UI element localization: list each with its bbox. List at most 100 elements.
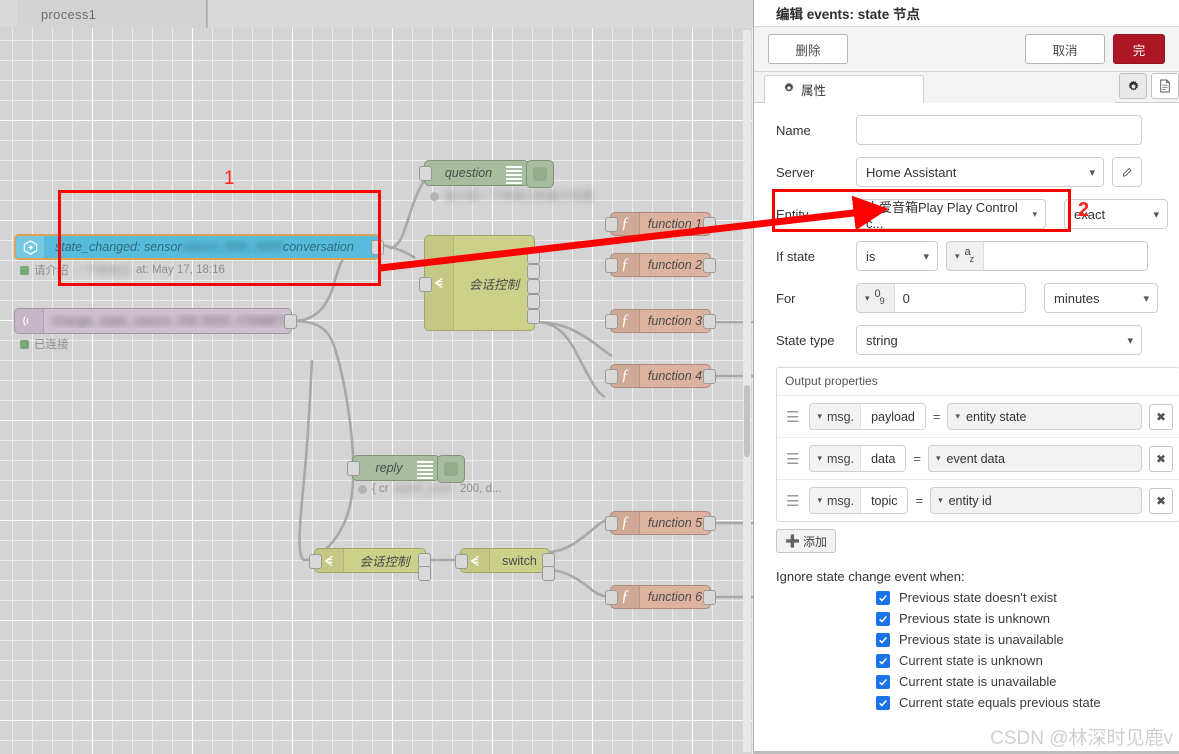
output-prop-key-topic[interactable]: ▾ msg. topic bbox=[809, 487, 909, 514]
node-input-port[interactable] bbox=[605, 217, 618, 232]
ignore-option-curr-equals-prev[interactable]: Current state equals previous state bbox=[876, 695, 1179, 710]
output-prop-key-data[interactable]: ▾ msg. data bbox=[809, 445, 907, 472]
output-property-row[interactable]: ☰ ▾ msg. payload = ▾ entity state ✖ bbox=[777, 396, 1179, 438]
node-function-3[interactable]: ƒ function 3 bbox=[605, 309, 716, 333]
remove-output-property-button[interactable]: ✖ bbox=[1149, 487, 1173, 514]
node-switch-conversation-bottom[interactable]: 会话控制 bbox=[309, 548, 431, 581]
node-mqtt-reply[interactable]: change_state_xiaomi_05b-5655_t7498871're… bbox=[14, 308, 297, 334]
entity-select[interactable]: 小爱音箱Play Play Control c... ▾ bbox=[856, 199, 1046, 231]
node-input-port[interactable] bbox=[347, 461, 360, 476]
ifstate-value-input[interactable]: ▾ az bbox=[946, 241, 1148, 271]
node-input-port[interactable] bbox=[605, 590, 618, 605]
drag-handle-icon[interactable]: ☰ bbox=[783, 450, 802, 468]
node-input-port[interactable] bbox=[605, 369, 618, 384]
checkbox-checked-icon[interactable] bbox=[876, 674, 890, 689]
checkbox-checked-icon[interactable] bbox=[876, 590, 890, 605]
node-function-2[interactable]: ƒ function 2 bbox=[605, 253, 716, 277]
remove-output-property-button[interactable]: ✖ bbox=[1149, 403, 1173, 430]
node-input-port[interactable] bbox=[309, 553, 322, 569]
for-unit-select[interactable]: minutes ▾ bbox=[1044, 283, 1158, 313]
ifstate-operator-select[interactable]: is ▾ bbox=[856, 241, 938, 271]
ignore-option-label: Previous state doesn't exist bbox=[899, 590, 1057, 605]
delete-button[interactable]: 删除 bbox=[768, 34, 848, 64]
flow-tab-stub-left[interactable] bbox=[0, 0, 18, 27]
ignore-option-prev-unknown[interactable]: Previous state is unknown bbox=[876, 611, 1179, 626]
tab-properties[interactable]: 属性 bbox=[764, 75, 924, 103]
node-function-4[interactable]: ƒ function 4 bbox=[605, 364, 716, 388]
node-function-5[interactable]: ƒ function 5 bbox=[605, 511, 716, 535]
node-output-port[interactable] bbox=[703, 369, 716, 384]
checkbox-checked-icon[interactable] bbox=[876, 632, 890, 647]
node-input-port[interactable] bbox=[455, 553, 468, 569]
node-state-changed[interactable]: state_changed: sensorxiaomi_l05b_5655con… bbox=[14, 234, 384, 260]
drag-handle-icon[interactable]: ☰ bbox=[783, 492, 802, 510]
checkbox-checked-icon[interactable] bbox=[876, 695, 890, 710]
checkbox-checked-icon[interactable] bbox=[876, 611, 890, 626]
statetype-select[interactable]: string ▾ bbox=[856, 325, 1142, 355]
node-input-port[interactable] bbox=[605, 314, 618, 329]
checkbox-checked-icon[interactable] bbox=[876, 653, 890, 668]
node-function-1[interactable]: ƒ function 1 bbox=[605, 212, 716, 236]
done-button[interactable]: 完 bbox=[1113, 34, 1165, 64]
flow-tab-bar[interactable]: process1 bbox=[0, 0, 753, 29]
remove-output-property-button[interactable]: ✖ bbox=[1149, 445, 1173, 472]
entity-match-select[interactable]: exact ▾ bbox=[1064, 199, 1168, 229]
add-output-property-button[interactable]: ➕ 添加 bbox=[776, 529, 836, 553]
for-type-button[interactable]: ▾ 09 bbox=[857, 284, 895, 312]
node-output-port-4[interactable] bbox=[527, 294, 540, 309]
flow-canvas-pane[interactable]: process1 state_changed: sensorxiaomi_l05… bbox=[0, 0, 753, 754]
drag-handle-icon[interactable]: ☰ bbox=[783, 408, 802, 426]
output-property-row[interactable]: ☰ ▾ msg. topic = ▾ entity id ✖ bbox=[777, 480, 1179, 521]
node-input-port[interactable] bbox=[605, 516, 618, 531]
description-doc-button[interactable] bbox=[1151, 73, 1179, 99]
node-output-port-1[interactable] bbox=[527, 249, 540, 264]
output-prop-value-0[interactable]: ▾ entity state bbox=[947, 403, 1142, 430]
node-output-port[interactable] bbox=[703, 258, 716, 273]
ignore-option-prev-unavailable[interactable]: Previous state is unavailable bbox=[876, 632, 1179, 647]
node-output-port-2[interactable] bbox=[418, 566, 431, 581]
node-output-port-2[interactable] bbox=[527, 264, 540, 279]
output-prop-value-2[interactable]: ▾ entity id bbox=[930, 487, 1142, 514]
node-output-port[interactable] bbox=[703, 314, 716, 329]
node-question-button[interactable] bbox=[526, 160, 554, 188]
for-value-input[interactable]: ▾ 09 0 bbox=[856, 283, 1026, 313]
node-output-port-2[interactable] bbox=[542, 566, 555, 581]
node-reply[interactable]: reply bbox=[347, 455, 465, 483]
node-switch[interactable]: switch bbox=[455, 548, 555, 581]
node-input-port[interactable] bbox=[419, 277, 432, 292]
node-output-port[interactable] bbox=[371, 240, 384, 255]
dialog-form: Name Server Home Assistant ▾ Entity 小爱音箱… bbox=[754, 103, 1179, 710]
node-input-port[interactable] bbox=[605, 258, 618, 273]
node-question[interactable]: question bbox=[419, 160, 554, 188]
equals-sign: = bbox=[915, 493, 924, 508]
flow-grid[interactable] bbox=[0, 28, 753, 754]
server-select[interactable]: Home Assistant ▾ bbox=[856, 157, 1104, 187]
node-output-port[interactable] bbox=[703, 590, 716, 605]
edit-server-button[interactable] bbox=[1112, 157, 1142, 187]
node-switch-conversation-top[interactable]: 会话控制 bbox=[419, 235, 540, 331]
node-output-port[interactable] bbox=[703, 516, 716, 531]
output-prop-key-payload[interactable]: ▾ msg. payload bbox=[809, 403, 926, 430]
flow-tab-next[interactable] bbox=[207, 0, 753, 28]
settings-gear-button[interactable] bbox=[1119, 73, 1147, 99]
node-output-port[interactable] bbox=[703, 217, 716, 232]
ifstate-type-button[interactable]: ▾ az bbox=[947, 242, 985, 270]
ignore-option-curr-unavailable[interactable]: Current state is unavailable bbox=[876, 674, 1179, 689]
node-reply-button[interactable] bbox=[437, 455, 465, 483]
node-input-port[interactable] bbox=[419, 166, 432, 181]
ignore-option-curr-unknown[interactable]: Current state is unknown bbox=[876, 653, 1179, 668]
cancel-button[interactable]: 取消 bbox=[1025, 34, 1105, 64]
output-property-row[interactable]: ☰ ▾ msg. data = ▾ event data ✖ bbox=[777, 438, 1179, 480]
node-output-port-3[interactable] bbox=[527, 279, 540, 294]
ignore-option-prev-not-exist[interactable]: Previous state doesn't exist bbox=[876, 590, 1179, 605]
canvas-scrollbar[interactable] bbox=[743, 30, 751, 752]
name-input[interactable] bbox=[856, 115, 1142, 145]
node-switch-label: switch bbox=[502, 553, 537, 568]
output-prop-value-1[interactable]: ▾ event data bbox=[928, 445, 1142, 472]
canvas-scrollbar-thumb[interactable] bbox=[744, 385, 750, 457]
node-output-port-5[interactable] bbox=[527, 309, 540, 324]
node-switch-top-label: 会话控制 bbox=[468, 277, 519, 292]
flow-tab-process1[interactable]: process1 bbox=[17, 0, 207, 28]
node-function-6[interactable]: ƒ function 6 bbox=[605, 585, 716, 609]
node-output-port[interactable] bbox=[284, 314, 297, 329]
